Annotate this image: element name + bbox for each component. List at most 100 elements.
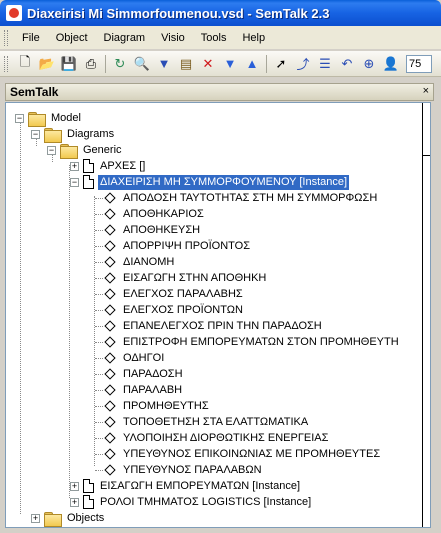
- tree-node-child[interactable]: ΑΠΟΔΟΣΗ ΤΑΥΤΟΤΗΤΑΣ ΣΤΗ ΜΗ ΣΥΜΜΟΡΦΩΣΗ: [103, 190, 379, 206]
- tree-node-label: ΤΟΠΟΘΕΤΗΣΗ ΣΤΑ ΕΛΑΤΤΩΜΑΤΙΚΑ: [123, 415, 309, 428]
- instance-diamond-icon: [104, 304, 116, 316]
- collapse-icon[interactable]: −: [31, 129, 40, 139]
- tree-node-model[interactable]: − Model: [15, 110, 83, 127]
- tree-node-objects[interactable]: + Objects: [31, 510, 106, 527]
- instance-diamond-icon: [104, 208, 116, 220]
- tree-node-child[interactable]: ΠΡΟΜΗΘΕΥΤΗΣ: [103, 398, 211, 414]
- tree-node-label: ΔΙΑΧΕΙΡΙΣΗ ΜΗ ΣΥΜΜΟΡΦΟΥΜΕΝΟΥ [Instance]: [98, 174, 350, 190]
- tree-line: [95, 326, 103, 327]
- tree-node-child[interactable]: ΕΠΑΝΕΛΕΓΧΟΣ ΠΡΙΝ ΤΗΝ ΠΑΡΑΔΟΣΗ: [103, 318, 324, 334]
- instance-diamond-icon: [104, 336, 116, 348]
- tree-node-child[interactable]: ΕΙΣΑΓΩΓΗ ΣΤΗΝ ΑΠΟΘΗΚΗ: [103, 270, 268, 286]
- panel-title: SemTalk: [10, 85, 59, 99]
- tree-node-arxes[interactable]: + ΑΡΧΕΣ []: [70, 158, 147, 174]
- collapse-icon[interactable]: −: [70, 177, 79, 187]
- tree-line: [95, 390, 103, 391]
- document-icon: [83, 495, 94, 509]
- toolbar-grip-icon[interactable]: [4, 55, 8, 72]
- save-icon[interactable]: 💾: [58, 53, 80, 75]
- new-file-icon[interactable]: 🗋: [14, 53, 36, 75]
- properties-icon[interactable]: ▤: [175, 53, 197, 75]
- tree-node-diagrams[interactable]: − Diagrams: [31, 126, 116, 143]
- toolbar-separator: [266, 54, 267, 73]
- menubar-grip-icon[interactable]: [4, 29, 8, 46]
- find-icon[interactable]: 🔍: [131, 53, 153, 75]
- tree-line: [95, 470, 103, 471]
- window-title: Diaxeirisi Mi Simmorfoumenou.vsd - SemTa…: [27, 5, 330, 21]
- tree-node-child[interactable]: ΟΔΗΓΟΙ: [103, 350, 166, 366]
- tree-node-label: ΕΛΕΓΧΟΣ ΠΑΡΑΛΑΒΗΣ: [123, 287, 243, 300]
- tree-node-label: ΥΛΟΠΟΙΗΣΗ ΔΙΟΡΘΩΤΙΚΗΣ ΕΝΕΡΓΕΙΑΣ: [123, 431, 329, 444]
- tree-node-label: ΑΠΟΡΡΙΨΗ ΠΡΟΪΟΝΤΟΣ: [123, 239, 251, 252]
- instance-diamond-icon: [104, 352, 116, 364]
- semtalk-panel: SemTalk × − Model − Diagrams − Generic +…: [0, 78, 441, 533]
- tree-node-label: ΑΠΟΘΗΚΑΡΙΟΣ: [123, 207, 204, 220]
- tree-node-child[interactable]: ΠΑΡΑΛΑΒΗ: [103, 382, 184, 398]
- model-tree[interactable]: − Model − Diagrams − Generic + ΑΡΧΕΣ [] …: [5, 102, 431, 528]
- tree-node-label: ΥΠΕΥΘΥΝΟΣ ΠΑΡΑΛΑΒΩΝ: [123, 463, 262, 476]
- tree-node-selected[interactable]: − ΔΙΑΧΕΙΡΙΣΗ ΜΗ ΣΥΜΜΟΡΦΟΥΜΕΝΟΥ [Instance…: [70, 174, 350, 190]
- tree-node-label: ΕΠΙΣΤΡΟΦΗ ΕΜΠΟΡΕΥΜΑΤΩΝ ΣΤΟΝ ΠΡΟΜΗΘΕΥΤΗ: [123, 335, 399, 348]
- close-icon[interactable]: ×: [423, 85, 429, 97]
- tree-line: [95, 246, 103, 247]
- print-icon[interactable]: ⎙: [80, 53, 102, 75]
- tree-line: [95, 438, 103, 439]
- instance-diamond-icon: [104, 368, 116, 380]
- tree-node-child[interactable]: ΥΠΕΥΘΥΝΟΣ ΕΠΙΚΟΙΝΩΝΙΑΣ ΜΕ ΠΡΟΜΗΘΕΥΤΕΣ: [103, 446, 382, 462]
- tree-line: [95, 374, 103, 375]
- delete-icon[interactable]: ✕: [197, 53, 219, 75]
- pointer-icon[interactable]: ➚: [270, 53, 292, 75]
- person-icon[interactable]: 👤: [380, 53, 402, 75]
- undo-icon[interactable]: ↶: [336, 53, 358, 75]
- tree-node-child[interactable]: ΔΙΑΝΟΜΗ: [103, 254, 176, 270]
- expand-icon[interactable]: +: [70, 161, 79, 171]
- instance-diamond-icon: [104, 224, 116, 236]
- tree-node-label: ΠΑΡΑΛΑΒΗ: [123, 383, 183, 396]
- align-icon[interactable]: ☰: [314, 53, 336, 75]
- open-folder-icon[interactable]: 📂: [36, 53, 58, 75]
- refresh-icon[interactable]: ↻: [109, 53, 131, 75]
- move-down-icon[interactable]: ▼: [219, 53, 241, 75]
- tree-node-eisagogi[interactable]: + ΕΙΣΑΓΩΓΗ ΕΜΠΟΡΕΥΜΑΤΩΝ [Instance]: [70, 478, 302, 494]
- collapse-icon[interactable]: −: [15, 113, 24, 123]
- tree-node-child[interactable]: ΤΟΠΟΘΕΤΗΣΗ ΣΤΑ ΕΛΑΤΤΩΜΑΤΙΚΑ: [103, 414, 310, 430]
- tree-node-roloi[interactable]: + ΡΟΛΟΙ ΤΜΗΜΑΤΟΣ LOGISTICS [Instance]: [70, 494, 313, 510]
- tree-node-generic[interactable]: − Generic: [47, 142, 124, 159]
- expand-icon[interactable]: +: [70, 481, 79, 491]
- title-bar[interactable]: Diaxeirisi Mi Simmorfoumenou.vsd - SemTa…: [0, 0, 441, 26]
- filter-icon[interactable]: ▼: [153, 53, 175, 75]
- menu-visio[interactable]: Visio: [153, 30, 193, 46]
- tree-node-child[interactable]: ΠΑΡΑΔΟΣΗ: [103, 366, 185, 382]
- document-icon: [83, 175, 94, 189]
- menu-help[interactable]: Help: [234, 30, 273, 46]
- tree-node-child[interactable]: ΥΠΕΥΘΥΝΟΣ ΠΑΡΑΛΑΒΩΝ: [103, 462, 264, 478]
- tree-node-child[interactable]: ΑΠΟΘΗΚΕΥΣΗ: [103, 222, 202, 238]
- instance-diamond-icon: [104, 432, 116, 444]
- menu-file[interactable]: File: [14, 30, 48, 46]
- tree-node-child[interactable]: ΑΠΟΘΗΚΑΡΙΟΣ: [103, 206, 206, 222]
- instance-diamond-icon: [104, 448, 116, 460]
- move-up-icon[interactable]: ▲: [241, 53, 263, 75]
- zoom-icon[interactable]: ⊕: [358, 53, 380, 75]
- tree-node-child[interactable]: ΕΠΙΣΤΡΟΦΗ ΕΜΠΟΡΕΥΜΑΤΩΝ ΣΤΟΝ ΠΡΟΜΗΘΕΥΤΗ: [103, 334, 401, 350]
- tree-line: [95, 230, 103, 231]
- menu-diagram[interactable]: Diagram: [96, 30, 154, 46]
- tree-node-child[interactable]: ΥΛΟΠΟΙΗΣΗ ΔΙΟΡΘΩΤΙΚΗΣ ΕΝΕΡΓΕΙΑΣ: [103, 430, 330, 446]
- menu-tools[interactable]: Tools: [193, 30, 235, 46]
- toolbar: 🗋 📂 💾 ⎙ ↻ 🔍 ▼ ▤ ✕ ▼ ▲ ➚ ⤴ ☰ ↶ ⊕ 👤 75 %: [0, 51, 441, 77]
- tree-node-child[interactable]: ΑΠΟΡΡΙΨΗ ΠΡΟΪΟΝΤΟΣ: [103, 238, 252, 254]
- tree-node-child[interactable]: ΕΛΕΓΧΟΣ ΠΑΡΑΛΑΒΗΣ: [103, 286, 245, 302]
- zoom-select[interactable]: 75 %: [406, 54, 432, 73]
- instance-diamond-icon: [104, 416, 116, 428]
- expand-icon[interactable]: +: [31, 513, 40, 523]
- tree-node-child[interactable]: ΕΛΕΓΧΟΣ ΠΡΟΪΟΝΤΩΝ: [103, 302, 245, 318]
- collapse-icon[interactable]: −: [47, 145, 56, 155]
- expand-icon[interactable]: +: [70, 497, 79, 507]
- connector-icon[interactable]: ⤴: [292, 53, 314, 75]
- tree-line: [95, 262, 103, 263]
- tree-edge: [422, 103, 430, 527]
- tree-node-label: ΑΡΧΕΣ []: [100, 159, 146, 172]
- instance-diamond-icon: [104, 256, 116, 268]
- menu-object[interactable]: Object: [48, 30, 96, 46]
- tree-node-label: ΟΔΗΓΟΙ: [123, 351, 165, 364]
